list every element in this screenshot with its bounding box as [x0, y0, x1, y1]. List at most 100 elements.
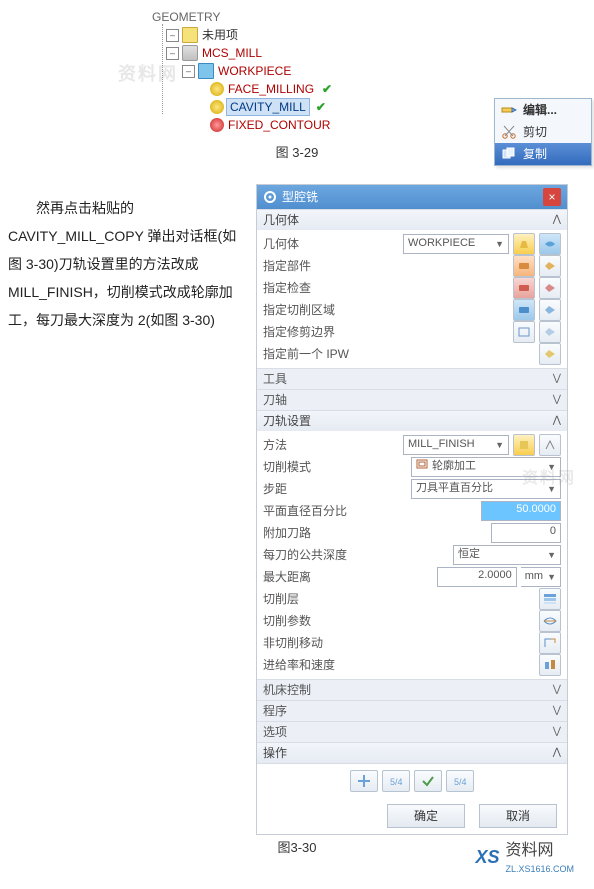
section-title: 几何体: [263, 212, 299, 229]
cutlayer-button[interactable]: [539, 588, 561, 610]
section-program[interactable]: 程序⋁: [257, 700, 567, 721]
ok-button[interactable]: 确定: [387, 804, 465, 828]
toggle-icon[interactable]: –: [166, 29, 179, 42]
cavity-mill-dialog: 型腔铣 × 几何体⋀ 几何体 WORKPIECE▼ 指定部件 指定检查 指定切削…: [256, 184, 568, 835]
section-options[interactable]: 选项⋁: [257, 721, 567, 742]
chevron-up-icon: ⋀: [553, 746, 561, 760]
scissors-icon: [501, 125, 517, 139]
chevron-down-icon: ▼: [495, 439, 504, 452]
ctx-label: 剪切: [523, 124, 547, 141]
replay-button[interactable]: 5/4: [382, 770, 410, 792]
dialog-titlebar: 型腔铣 ×: [257, 185, 567, 209]
tree-label-selected: CAVITY_MILL: [226, 98, 310, 117]
ctx-edit[interactable]: 编辑...: [495, 99, 591, 121]
chevron-down-icon: ▼: [495, 238, 504, 251]
chevron-down-icon: ▼: [547, 571, 556, 584]
field-label: 每刀的公共深度: [263, 547, 449, 564]
noncut-button[interactable]: [539, 632, 561, 654]
tree-label: 未用项: [200, 27, 240, 44]
check-show-button[interactable]: [539, 277, 561, 299]
field-label: 方法: [263, 437, 399, 454]
generate-button[interactable]: [350, 770, 378, 792]
list-button[interactable]: 5/4: [446, 770, 474, 792]
dialog-footer: 确定 取消: [257, 798, 567, 834]
tree-label: WORKPIECE: [216, 63, 293, 80]
verify-button[interactable]: [414, 770, 442, 792]
trim-show-button[interactable]: [539, 321, 561, 343]
tree-item-facemill[interactable]: FACE_MILLING ✔: [210, 80, 444, 98]
tree-item-fixedcontour[interactable]: FIXED_CONTOUR: [210, 116, 444, 134]
stepover-select[interactable]: 刀具平直百分比▼: [411, 479, 561, 499]
geometry-edit-button[interactable]: [513, 233, 535, 255]
geometry-new-button[interactable]: [539, 233, 561, 255]
dialog-title: 型腔铣: [282, 189, 318, 206]
tree-item-mcs[interactable]: – MCS_MILL: [166, 44, 444, 62]
section-header[interactable]: 刀轨设置⋀: [257, 411, 567, 431]
toggle-icon[interactable]: –: [166, 47, 179, 60]
unit-value: mm: [525, 569, 543, 584]
method-edit-button[interactable]: [513, 434, 535, 456]
cutarea-select-button[interactable]: [513, 299, 535, 321]
ctx-label: 复制: [523, 146, 547, 163]
percentdia-input[interactable]: 50.0000: [481, 501, 561, 521]
geometry-select[interactable]: WORKPIECE▼: [403, 234, 509, 254]
row-cutarea: 指定切削区域: [263, 299, 561, 321]
section-path: 刀轨设置⋀ 方法 MILL_FINISH▼ 切削模式 轮廓加工▼ 步距 刀具: [257, 410, 567, 679]
trim-select-button[interactable]: [513, 321, 535, 343]
mcs-icon: [182, 45, 198, 61]
check-select-button[interactable]: [513, 277, 535, 299]
tree-root[interactable]: GEOMETRY: [152, 8, 444, 26]
row-method: 方法 MILL_FINISH ▼: [263, 434, 561, 456]
section-title: 刀轨设置: [263, 413, 311, 430]
section-axis[interactable]: 刀轴⋁: [257, 389, 567, 410]
program-order-tree: GEOMETRY – 未用项 – MCS_MILL – WORKPIECE FA…: [154, 8, 444, 134]
ctx-cut[interactable]: 剪切: [495, 121, 591, 143]
op-icon: [210, 100, 224, 114]
mode-icon: [416, 459, 428, 474]
method-new-button[interactable]: [539, 434, 561, 456]
section-geometry: 几何体⋀ 几何体 WORKPIECE▼ 指定部件 指定检查 指定切削区域 指定修…: [257, 209, 567, 368]
section-action: 操作⋀ 5/4 5/4: [257, 742, 567, 798]
cutarea-show-button[interactable]: [539, 299, 561, 321]
tree-item-workpiece[interactable]: – WORKPIECE: [182, 62, 444, 80]
section-title: 机床控制: [263, 682, 311, 699]
cancel-button[interactable]: 取消: [479, 804, 557, 828]
ipw-show-button[interactable]: [539, 343, 561, 365]
chevron-down-icon: ⋁: [553, 683, 561, 697]
row-maxdist: 最大距离 2.0000 mm ▼: [263, 566, 561, 588]
section-header[interactable]: 几何体⋀: [257, 210, 567, 230]
tree-item-unused[interactable]: – 未用项: [166, 26, 444, 44]
tree-item-cavitymill[interactable]: CAVITY_MILL ✔: [210, 98, 444, 116]
maxdist-input[interactable]: 2.0000: [437, 567, 517, 587]
workpiece-icon: [198, 63, 214, 79]
field-label: 平面直径百分比: [263, 503, 477, 520]
row-cutlayer: 切削层: [263, 588, 561, 610]
close-button[interactable]: ×: [543, 188, 561, 206]
folder-icon: [182, 27, 198, 43]
select-value: MILL_FINISH: [408, 437, 475, 452]
field-label: 最大距离: [263, 569, 433, 586]
section-mc[interactable]: 机床控制 ⋁: [257, 679, 567, 700]
cutmode-select[interactable]: 轮廓加工▼: [411, 457, 561, 477]
tree-label: MCS_MILL: [200, 45, 264, 62]
section-tool[interactable]: 工具⋁: [257, 368, 567, 389]
row-trim: 指定修剪边界: [263, 321, 561, 343]
row-geometry-select: 几何体 WORKPIECE▼: [263, 233, 561, 255]
part-select-button[interactable]: [513, 255, 535, 277]
feedspeed-button[interactable]: [539, 654, 561, 676]
brand-label: 资料网: [505, 840, 574, 862]
cutparam-button[interactable]: [539, 610, 561, 632]
method-select[interactable]: MILL_FINISH ▼: [403, 435, 509, 455]
field-label: 切削层: [263, 591, 535, 608]
ctx-copy[interactable]: 复制: [495, 143, 591, 165]
toggle-icon[interactable]: –: [182, 65, 195, 78]
section-header[interactable]: 操作⋀: [257, 743, 567, 763]
maxdist-unit-select[interactable]: mm ▼: [521, 567, 561, 587]
part-show-button[interactable]: [539, 255, 561, 277]
tree-root-label: GEOMETRY: [152, 9, 220, 26]
svg-text:5/4: 5/4: [454, 777, 467, 787]
publicdepth-select[interactable]: 恒定▼: [453, 545, 561, 565]
row-cutmode: 切削模式 轮廓加工▼: [263, 456, 561, 478]
addpass-input[interactable]: 0: [491, 523, 561, 543]
tree-label: FIXED_CONTOUR: [226, 117, 332, 134]
